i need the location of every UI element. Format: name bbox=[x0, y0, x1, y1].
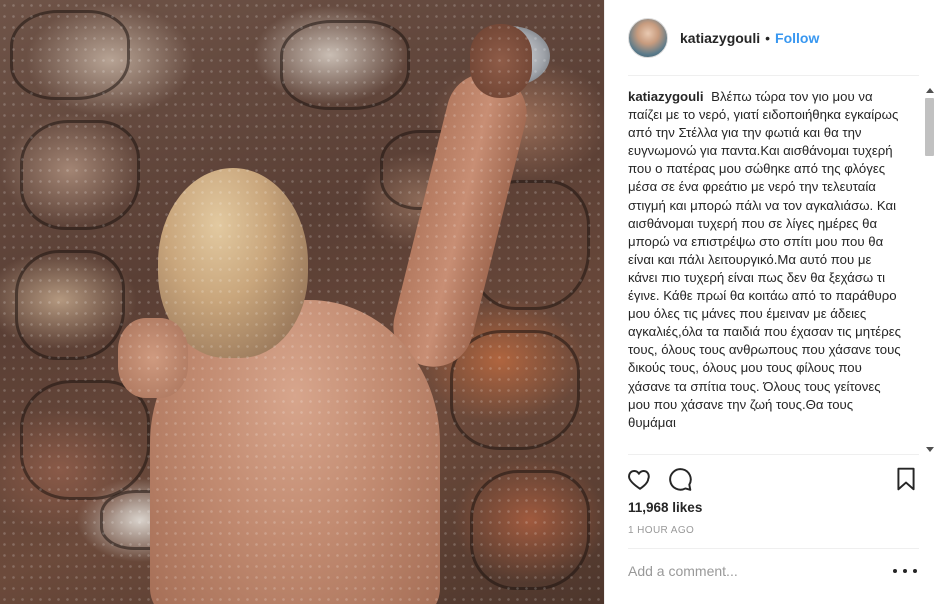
caption-scrollbar[interactable] bbox=[923, 88, 937, 454]
caption-scroll-area[interactable]: katiazygouli Βλέπω τώρα τον γιο μου να π… bbox=[628, 88, 904, 454]
heart-icon[interactable] bbox=[627, 466, 653, 492]
speech-bubble-icon[interactable] bbox=[667, 466, 693, 492]
caption: katiazygouli Βλέπω τώρα τον γιο μου να π… bbox=[628, 88, 904, 432]
comment-input[interactable] bbox=[628, 560, 878, 582]
post-header: katiazygouli • Follow bbox=[605, 0, 941, 76]
scroll-up-arrow-icon[interactable] bbox=[926, 88, 934, 93]
scroll-down-arrow-icon[interactable] bbox=[926, 447, 934, 452]
more-dot bbox=[913, 569, 917, 573]
bookmark-icon[interactable] bbox=[893, 466, 919, 492]
post-side-panel: katiazygouli • Follow katiazygouli Βλέπω… bbox=[604, 0, 941, 604]
post-actions bbox=[605, 454, 941, 504]
username-link[interactable]: katiazygouli bbox=[680, 30, 760, 46]
follow-button[interactable]: Follow bbox=[775, 30, 819, 46]
caption-text: Βλέπω τώρα τον γιο μου να παίζει με το ν… bbox=[628, 89, 901, 430]
more-dot bbox=[903, 569, 907, 573]
separator-dot: • bbox=[765, 30, 771, 46]
comment-bar bbox=[605, 548, 941, 604]
more-options-icon[interactable] bbox=[893, 561, 917, 581]
water-spray bbox=[0, 0, 604, 604]
more-dot bbox=[893, 569, 897, 573]
post-photo[interactable] bbox=[0, 0, 604, 604]
avatar[interactable] bbox=[628, 18, 668, 58]
scrollbar-thumb[interactable] bbox=[925, 98, 934, 156]
caption-username-link[interactable]: katiazygouli bbox=[628, 89, 703, 104]
post-timestamp[interactable]: 1 HOUR AGO bbox=[628, 525, 694, 536]
like-count[interactable]: 11,968 likes bbox=[628, 500, 702, 515]
